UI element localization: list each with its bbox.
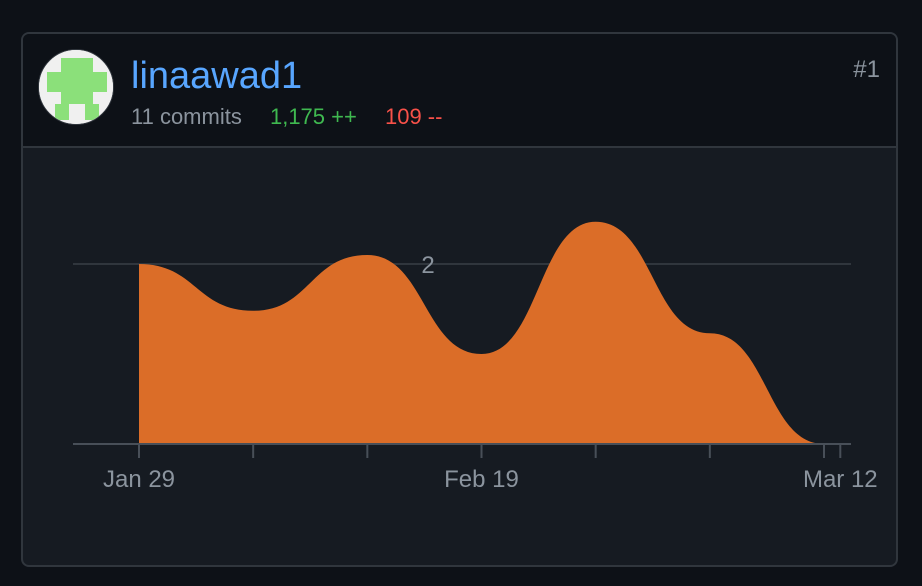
x-tick-label: Mar 12	[803, 466, 878, 493]
contribution-chart-svg: 2 Jan 29 Feb 19 Mar 12	[73, 221, 878, 493]
x-tick-label: Jan 29	[103, 466, 175, 493]
commits-area-series	[139, 221, 824, 444]
contribution-chart: 2 Jan 29 Feb 19 Mar 12	[23, 34, 896, 565]
contributor-card: linaawad1 11 commits 1,175 ++ 109 -- #1 …	[21, 32, 898, 567]
y-tick-label: 2	[421, 252, 434, 279]
x-tick-label: Feb 19	[444, 466, 519, 493]
